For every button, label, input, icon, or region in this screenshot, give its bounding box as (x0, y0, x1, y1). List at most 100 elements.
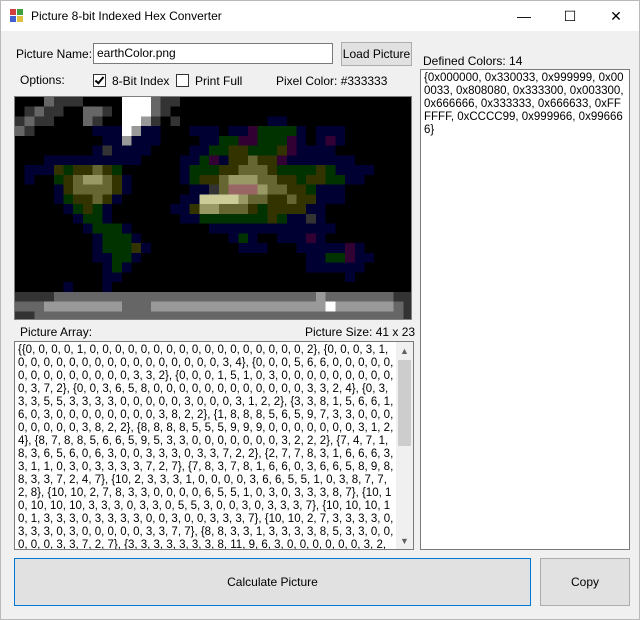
pixel (53, 223, 64, 234)
pixel (150, 252, 161, 263)
pixel (189, 106, 200, 117)
pixel (345, 262, 355, 273)
pixel (15, 301, 25, 312)
title-bar[interactable]: Picture 8-bit Indexed Hex Converter — ☐ … (1, 1, 639, 31)
pixel (180, 213, 190, 224)
pixel (150, 272, 161, 283)
pixel (267, 204, 278, 215)
maximize-button[interactable]: ☐ (547, 1, 593, 31)
pixel (325, 135, 336, 146)
picture-name-input[interactable]: earthColor.png (93, 43, 333, 64)
pixel (160, 126, 171, 137)
pixel (199, 223, 210, 234)
pixel (73, 301, 84, 312)
minimize-button[interactable]: — (501, 1, 547, 31)
print-full-label[interactable]: Print Full (195, 74, 242, 88)
pixel (335, 126, 346, 137)
pixel (82, 311, 93, 319)
pixel (277, 174, 287, 185)
pixel (325, 126, 336, 137)
array-scrollbar[interactable]: ▲ ▼ (396, 342, 413, 549)
pixel (238, 126, 249, 137)
pixel (335, 262, 346, 273)
pixel (286, 243, 297, 254)
pixel (335, 243, 346, 254)
defined-colors-textbox[interactable]: {0x000000, 0x330033, 0x999999, 0x000033,… (420, 69, 630, 550)
pixel (354, 97, 365, 107)
pixel (73, 213, 84, 224)
pixel (238, 97, 249, 107)
calculate-picture-button[interactable]: Calculate Picture (14, 558, 531, 606)
pixel (170, 301, 181, 312)
pixel (24, 106, 35, 117)
pixel (306, 126, 317, 137)
pixel (383, 106, 394, 117)
pixel (257, 116, 268, 127)
pixel (267, 213, 278, 224)
pixel (238, 194, 249, 205)
pixel (296, 194, 307, 205)
pixel (121, 145, 132, 156)
pixel (199, 174, 210, 185)
scroll-up-arrow-icon[interactable]: ▲ (396, 342, 413, 359)
pixel (257, 301, 268, 312)
pixel (296, 282, 307, 292)
pixel (121, 116, 132, 127)
pixel (364, 252, 375, 263)
pixel (112, 311, 122, 319)
eight-bit-index-label[interactable]: 8-Bit Index (112, 74, 169, 88)
pixel (306, 165, 317, 176)
pixel (238, 301, 249, 312)
pixel (24, 194, 35, 205)
pixel (199, 204, 210, 215)
scroll-thumb[interactable] (398, 360, 411, 446)
pixel (121, 155, 132, 166)
pixel (345, 301, 355, 312)
pixel (267, 291, 278, 302)
pixel (364, 223, 375, 234)
print-full-checkbox[interactable] (176, 74, 189, 87)
pixel (170, 291, 181, 302)
pixel (150, 184, 161, 195)
pixel (15, 97, 25, 107)
close-button[interactable]: ✕ (593, 1, 639, 31)
pixel (296, 116, 307, 127)
pixel (180, 262, 190, 273)
pixel (131, 135, 142, 146)
pixel (44, 243, 55, 254)
pixel (121, 291, 132, 302)
pixel (247, 194, 258, 205)
load-picture-button[interactable]: Load Picture (341, 42, 412, 66)
pixel (238, 272, 249, 283)
scroll-down-arrow-icon[interactable]: ▼ (396, 532, 413, 549)
pixel (277, 145, 287, 156)
pixel (15, 213, 25, 224)
pixel (170, 165, 181, 176)
pixel (267, 272, 278, 283)
eight-bit-index-checkbox[interactable] (93, 74, 106, 87)
pixel (335, 194, 346, 205)
checkmark-icon (94, 74, 105, 85)
pixel (150, 106, 161, 117)
pixel (393, 311, 404, 319)
pixel (325, 291, 336, 302)
pixel (112, 233, 122, 244)
pixel (170, 204, 181, 215)
pixel (257, 223, 268, 234)
pixel (325, 223, 336, 234)
pixel (247, 311, 258, 319)
pixel (170, 116, 181, 127)
pixel (238, 223, 249, 234)
pixel (374, 204, 385, 215)
picture-preview[interactable] (14, 96, 412, 320)
copy-button[interactable]: Copy (540, 558, 630, 606)
pixel (403, 184, 411, 195)
pixel (306, 184, 317, 195)
pixel (315, 145, 326, 156)
pixel (141, 116, 152, 127)
pixel (160, 233, 171, 244)
pixel (306, 311, 317, 319)
picture-array-textbox[interactable]: {{0, 0, 0, 0, 1, 0, 0, 0, 0, 0, 0, 0, 0,… (14, 341, 414, 550)
pixel (315, 194, 326, 205)
pixel (267, 223, 278, 234)
